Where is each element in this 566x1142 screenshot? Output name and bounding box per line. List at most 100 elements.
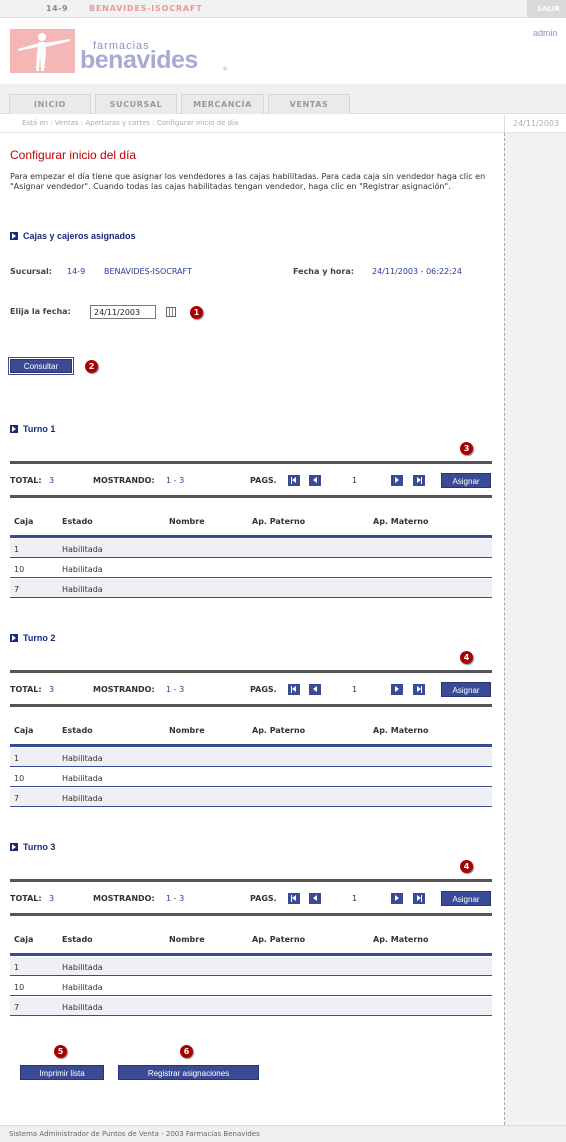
pags-label: PAGS. [250, 894, 277, 903]
prev-page-icon[interactable] [309, 893, 321, 904]
caja-cell: 10 [14, 565, 25, 574]
col-estado-header: Estado [62, 517, 93, 526]
pager-bottom-rule [10, 495, 492, 498]
estado-cell: Habilitada [62, 794, 103, 803]
tab-ventas[interactable]: VENTAS [268, 94, 350, 114]
mostrando-value: 1 - 3 [166, 894, 185, 903]
total-label: TOTAL: [10, 476, 42, 485]
footer: Sistema Administrador de Puntos de Venta… [0, 1125, 566, 1142]
step-bullet: 4 [460, 860, 473, 873]
user-name[interactable]: admin [533, 28, 558, 38]
pager-bottom-rule [10, 913, 492, 916]
estado-cell: Habilitada [62, 585, 103, 594]
col-estado-header: Estado [62, 935, 93, 944]
main-nav: INICIO SUCURSAL MERCANCÍA VENTAS [0, 84, 566, 114]
current-date: 24/11/2003 [504, 115, 566, 133]
tab-mercancia[interactable]: MERCANCÍA [181, 94, 264, 114]
col-nombre-header: Nombre [169, 517, 205, 526]
register-assignments-button[interactable]: Registrar asignaciones [118, 1065, 259, 1080]
header-rule [10, 535, 492, 538]
col-ap-paterno-header: Ap. Paterno [252, 935, 306, 944]
col-caja-header: Caja [14, 726, 34, 735]
col-ap-materno-header: Ap. Materno [373, 935, 429, 944]
calendar-icon[interactable] [166, 307, 176, 317]
turno-title: Turno 3 [23, 842, 56, 852]
page-number: 1 [352, 894, 358, 903]
first-page-icon[interactable] [288, 684, 300, 695]
turno-heading: Turno 3 [10, 842, 55, 852]
fecha-value: 24/11/2003 - 06:22:24 [372, 267, 463, 276]
total-label: TOTAL: [10, 685, 42, 694]
assign-button[interactable]: Asignar [441, 682, 491, 697]
col-ap-paterno-header: Ap. Paterno [252, 726, 306, 735]
page-number: 1 [352, 476, 358, 485]
first-page-icon[interactable] [288, 475, 300, 486]
assign-button[interactable]: Asignar [441, 473, 491, 488]
prev-page-icon[interactable] [309, 684, 321, 695]
header-rule [10, 953, 492, 956]
pager-top-rule [10, 461, 492, 464]
page-number: 1 [352, 685, 358, 694]
col-nombre-header: Nombre [169, 935, 205, 944]
top-strip: 14-9 BENAVIDES-ISOCRAFT SALIR [0, 0, 566, 18]
last-page-icon[interactable] [413, 893, 425, 904]
next-page-icon[interactable] [391, 893, 403, 904]
logout-button[interactable]: SALIR [527, 0, 566, 18]
mostrando-label: MOSTRANDO: [93, 894, 155, 903]
prev-page-icon[interactable] [309, 475, 321, 486]
pager-bottom-rule [10, 704, 492, 707]
mostrando-label: MOSTRANDO: [93, 685, 155, 694]
step-bullet: 5 [54, 1045, 67, 1058]
tab-inicio[interactable]: INICIO [9, 94, 91, 114]
header: farmacias benavides ® admin [0, 18, 566, 84]
page-title: Configurar inicio del día [10, 148, 137, 162]
breadcrumb-bar: Está en : Ventas : Aperturas y cortes : … [0, 115, 566, 133]
store-code: 14-9 [46, 4, 69, 13]
arrow-right-icon [10, 232, 18, 240]
estado-cell: Habilitada [62, 565, 103, 574]
table-row: 10 Habilitada [10, 768, 492, 787]
last-page-icon[interactable] [413, 684, 425, 695]
col-estado-header: Estado [62, 726, 93, 735]
next-page-icon[interactable] [391, 475, 403, 486]
caja-cell: 1 [14, 545, 20, 554]
estado-cell: Habilitada [62, 545, 103, 554]
estado-cell: Habilitada [62, 983, 103, 992]
step-bullet: 6 [180, 1045, 193, 1058]
step-bullet: 1 [190, 306, 203, 319]
fecha-label: Fecha y hora: [293, 267, 354, 276]
next-page-icon[interactable] [391, 684, 403, 695]
turno-title: Turno 2 [23, 633, 56, 643]
section-heading-text: Cajas y cajeros asignados [23, 231, 136, 241]
table-row: 7 Habilitada [10, 579, 492, 598]
table-row: 10 Habilitada [10, 559, 492, 578]
sucursal-label: Sucursal: [10, 267, 52, 276]
mostrando-label: MOSTRANDO: [93, 476, 155, 485]
mostrando-value: 1 - 3 [166, 476, 185, 485]
table-row: 1 Habilitada [10, 957, 492, 976]
step-bullet: 3 [460, 442, 473, 455]
total-value: 3 [49, 476, 55, 485]
caja-cell: 10 [14, 774, 25, 783]
table-row: 1 Habilitada [10, 748, 492, 767]
pags-label: PAGS. [250, 476, 277, 485]
tab-sucursal[interactable]: SUCURSAL [95, 94, 177, 114]
print-list-button[interactable]: Imprimir lista [20, 1065, 104, 1080]
date-label: Elija la fecha: [10, 307, 71, 316]
date-field[interactable] [90, 305, 156, 319]
total-value: 3 [49, 894, 55, 903]
assign-button[interactable]: Asignar [441, 891, 491, 906]
mostrando-value: 1 - 3 [166, 685, 185, 694]
last-page-icon[interactable] [413, 475, 425, 486]
store-name: BENAVIDES-ISOCRAFT [89, 4, 203, 13]
step-bullet: 2 [85, 360, 98, 373]
first-page-icon[interactable] [288, 893, 300, 904]
caja-cell: 1 [14, 754, 20, 763]
col-caja-header: Caja [14, 517, 34, 526]
total-value: 3 [49, 685, 55, 694]
turno-heading: Turno 2 [10, 633, 55, 643]
consultar-button[interactable]: Consultar [8, 357, 74, 375]
table-row: 1 Habilitada [10, 539, 492, 558]
sucursal-name: BENAVIDES-ISOCRAFT [104, 267, 192, 276]
caja-cell: 7 [14, 794, 20, 803]
